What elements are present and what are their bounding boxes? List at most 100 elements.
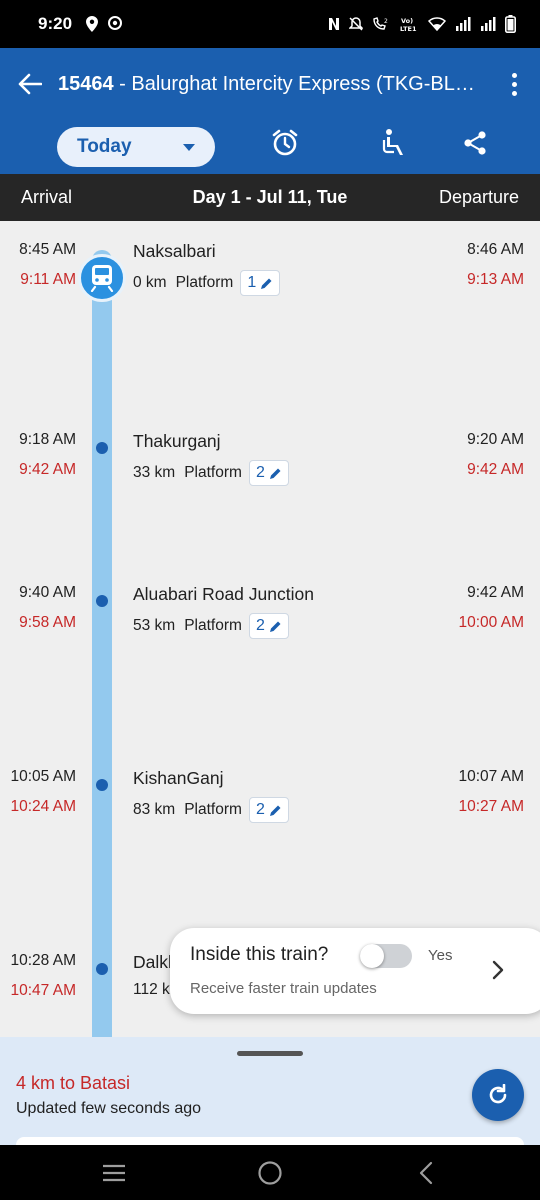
- svg-text:Vo): Vo): [401, 17, 413, 25]
- toggle-yes-label: Yes: [428, 947, 453, 964]
- app-bar: 15464 - Balurghat Intercity Express (TKG…: [0, 48, 540, 174]
- status-left-icons: [86, 16, 123, 32]
- station-distance: 33 km: [133, 464, 176, 481]
- menu-lines-icon: [103, 1164, 125, 1182]
- nfc-icon: [329, 18, 339, 30]
- sheet-card-edge: [16, 1137, 524, 1145]
- platform-edit-button[interactable]: 2: [248, 797, 289, 823]
- pencil-icon: [269, 621, 281, 632]
- station-info: 53 km Platform 2: [133, 613, 289, 639]
- back-nav-button[interactable]: [412, 1159, 440, 1187]
- more-options-button[interactable]: [502, 70, 526, 98]
- station-name: Thakurganj: [133, 431, 221, 451]
- station-row[interactable]: 10:05 AM 10:24 AM KishanGanj 83 km Platf…: [0, 768, 540, 828]
- train-position-marker: [78, 254, 126, 302]
- route-timeline: [92, 250, 112, 1040]
- status-right-icons: 2 Vo) LTE1: [328, 15, 516, 33]
- share-button[interactable]: [460, 128, 490, 158]
- inside-train-toggle[interactable]: [360, 944, 412, 968]
- system-nav-bar: [0, 1145, 540, 1200]
- actual-arrival: 9:42 AM: [19, 461, 76, 478]
- platform-edit-button[interactable]: 2: [248, 613, 289, 639]
- current-location-text: 4 km to Batasi: [16, 1073, 131, 1093]
- more-dot-icon: [511, 72, 517, 78]
- station-distance: 53 km: [133, 617, 176, 634]
- app-icon: [108, 16, 123, 30]
- status-bar: 9:20 2 Vo) LTE1: [0, 0, 540, 48]
- scheduled-departure: 8:46 AM: [467, 241, 524, 258]
- inside-train-card[interactable]: Inside this train? Yes Receive faster tr…: [170, 928, 540, 1014]
- wifi-call-icon: 2: [373, 17, 388, 30]
- station-dot: [96, 779, 108, 791]
- station-row[interactable]: 9:40 AM 9:58 AM Aluabari Road Junction 5…: [0, 584, 540, 644]
- pencil-icon: [269, 468, 281, 479]
- refresh-button[interactable]: [472, 1069, 524, 1121]
- home-button[interactable]: [256, 1159, 284, 1187]
- sheet-drag-handle[interactable]: [237, 1051, 303, 1056]
- alarm-button[interactable]: [270, 128, 300, 158]
- pencil-icon: [261, 278, 272, 289]
- mute-icon: [349, 17, 363, 31]
- back-button[interactable]: [16, 70, 44, 98]
- home-circle-icon: [258, 1161, 282, 1185]
- station-dot: [96, 442, 108, 454]
- station-name: Naksalbari: [133, 241, 216, 261]
- station-row[interactable]: 9:18 AM 9:42 AM Thakurganj 33 km Platfor…: [0, 431, 540, 491]
- scheduled-departure: 9:42 AM: [467, 584, 524, 601]
- inside-train-title: Inside this train?: [190, 944, 329, 965]
- platform-edit-button[interactable]: 2: [248, 460, 289, 486]
- station-name: Aluabari Road Junction: [133, 584, 314, 604]
- pencil-icon: [269, 805, 281, 816]
- scheduled-arrival: 9:18 AM: [19, 431, 76, 448]
- platform-label: Platform: [175, 274, 234, 291]
- location-icon: [86, 16, 99, 32]
- refresh-icon: [489, 1084, 507, 1104]
- actual-departure: 10:00 AM: [458, 614, 525, 631]
- share-icon: [464, 131, 486, 155]
- live-status-sheet[interactable]: 4 km to Batasi Updated few seconds ago: [0, 1037, 540, 1145]
- svg-text:LTE1: LTE1: [400, 25, 417, 32]
- title-row: 15464 - Balurghat Intercity Express (TKG…: [0, 48, 540, 120]
- toggle-knob: [360, 944, 384, 968]
- status-time: 9:20: [38, 14, 73, 33]
- scheduled-arrival: 8:45 AM: [19, 241, 76, 258]
- scheduled-arrival: 9:40 AM: [19, 584, 76, 601]
- volte-icon: Vo)LTE1: [400, 17, 417, 32]
- station-info: 33 km Platform 2: [133, 460, 289, 486]
- date-dropdown-label: Today: [77, 136, 132, 157]
- actual-departure: 9:13 AM: [467, 271, 524, 288]
- inside-train-subtitle: Receive faster train updates: [190, 980, 377, 997]
- scheduled-departure: 9:20 AM: [467, 431, 524, 448]
- chevron-right-icon[interactable]: [488, 958, 508, 982]
- chevron-left-icon: [419, 1161, 433, 1185]
- platform-label: Platform: [184, 801, 242, 818]
- date-dropdown[interactable]: Today: [57, 127, 215, 167]
- actual-arrival: 10:24 AM: [10, 798, 77, 815]
- platform-edit-button[interactable]: 1: [240, 270, 281, 296]
- caret-down-icon: [183, 143, 195, 151]
- scheduled-departure: 10:07 AM: [458, 768, 525, 785]
- platform-number: 2: [255, 464, 265, 481]
- station-dot: [96, 595, 108, 607]
- actual-arrival: 10:47 AM: [10, 982, 77, 999]
- station-distance: 83 km: [133, 801, 176, 818]
- wifi-icon: [428, 17, 446, 31]
- platform-number: 2: [255, 801, 265, 818]
- station-dot: [96, 963, 108, 975]
- station-distance: 0 km: [133, 274, 167, 291]
- seat-button[interactable]: [380, 128, 410, 158]
- battery-icon: [505, 15, 516, 33]
- train-name: - Balurghat Intercity Express (TKG-BLGT): [113, 72, 488, 95]
- svg-text:2: 2: [384, 18, 388, 25]
- station-info: 0 km Platform 1: [133, 270, 281, 296]
- signal-icon: [456, 17, 471, 31]
- recent-apps-button[interactable]: [100, 1159, 128, 1187]
- more-dot-icon: [511, 81, 517, 87]
- actual-arrival: 9:11 AM: [20, 271, 76, 288]
- train-number: 15464: [58, 72, 114, 95]
- seat-icon: [382, 129, 403, 155]
- more-dot-icon: [511, 90, 517, 96]
- arrow-left-icon: [18, 73, 42, 95]
- alarm-clock-icon: [272, 129, 298, 156]
- scheduled-arrival: 10:28 AM: [10, 952, 77, 969]
